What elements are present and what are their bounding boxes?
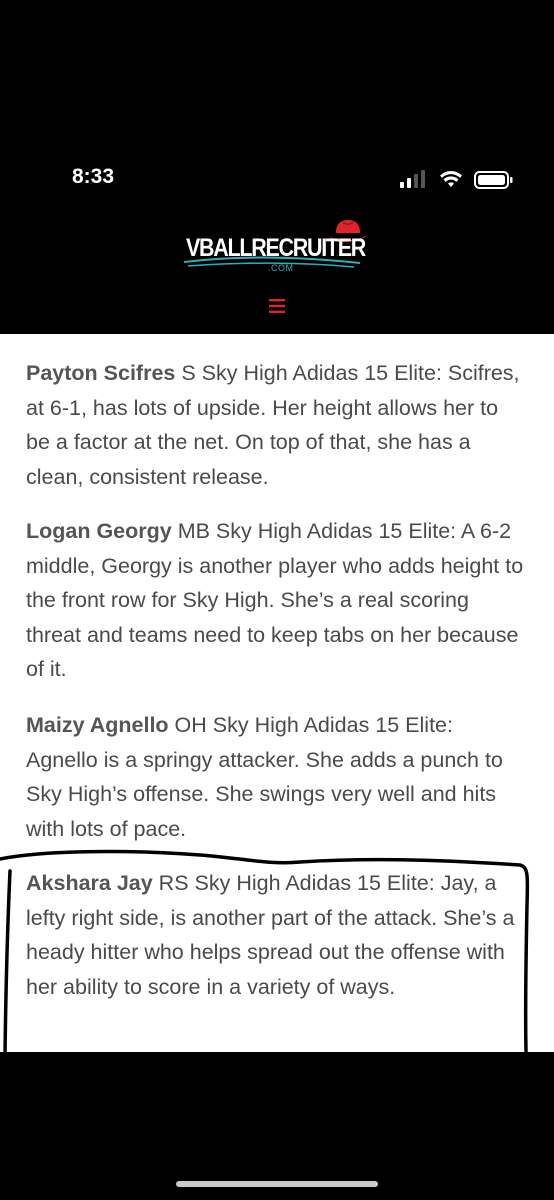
status-time: 8:33	[72, 165, 115, 188]
player-name: Maizy Agnello	[26, 713, 169, 737]
home-indicator[interactable]	[176, 1181, 378, 1187]
battery-icon	[474, 171, 513, 189]
player-entry: Logan Georgy MB Sky High Adidas 15 Elite…	[26, 514, 526, 687]
screenshot-top-border	[0, 0, 554, 150]
logo-suffix: .COM	[268, 263, 294, 273]
status-icons	[400, 170, 513, 189]
player-entry: Payton Scifres S Sky High Adidas 15 Elit…	[26, 356, 526, 494]
site-logo[interactable]: VBALLRECRUITER .COM	[182, 214, 372, 280]
hamburger-menu-icon[interactable]	[266, 297, 288, 315]
player-name: Payton Scifres	[26, 361, 176, 385]
player-entry: Maizy Agnello OH Sky High Adidas 15 Elit…	[26, 708, 526, 846]
player-description: MB Sky High Adidas 15 Elite: A 6-2 middl…	[26, 519, 524, 681]
screenshot-bottom-border	[0, 1052, 554, 1200]
player-name: Logan Georgy	[26, 519, 172, 543]
wifi-icon	[440, 171, 462, 187]
player-name: Akshara Jay	[26, 871, 153, 895]
cellular-signal-icon	[400, 170, 425, 188]
player-entry: Akshara Jay RS Sky High Adidas 15 Elite:…	[26, 866, 526, 1004]
